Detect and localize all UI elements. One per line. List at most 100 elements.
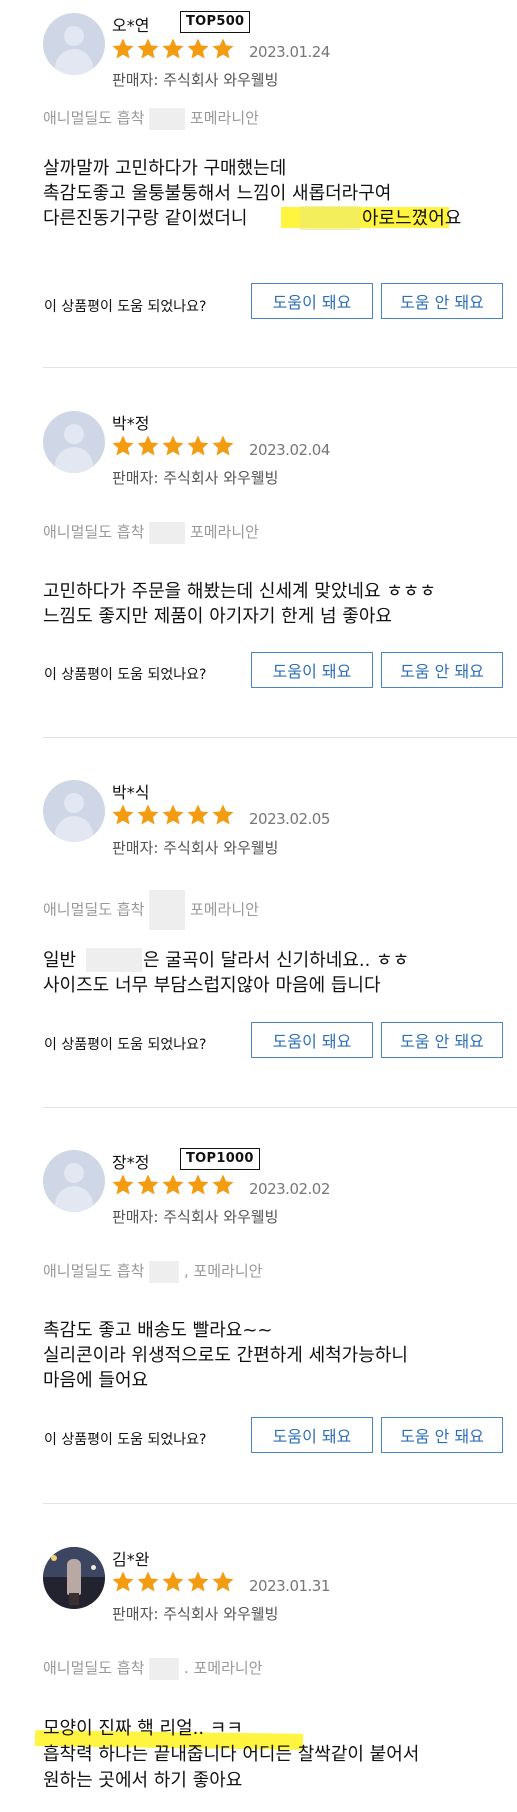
option-suffix: . 포메라니안 [183,1659,263,1677]
star-icon [162,804,184,825]
reviewer-name: 김*완 [112,1550,150,1569]
helpful-no-button[interactable]: 도움 안 돼요 [381,283,503,319]
star-icon [162,38,184,59]
blurred-text [149,521,186,544]
divider [43,1503,517,1504]
star-rating [111,37,236,65]
star-rating [111,1570,236,1598]
review-text-line: 사이즈도 너무 부담스럽지않아 마음에 듭니다 [43,975,381,996]
seller-name: 판매자: 주식회사 와우웰빙 [112,1208,279,1226]
blurred-text [149,890,186,930]
seller-name: 판매자: 주식회사 와우웰빙 [112,1605,279,1623]
divider [43,367,517,368]
review-date: 2023.02.02 [249,1180,330,1198]
star-rating [111,434,236,462]
star-icon [112,38,134,59]
review-text-line: 흡착력 하나는 끝내줍니다 어디든 찰싹같이 붙어서 [43,1744,420,1765]
star-icon [212,38,234,59]
blurred-text [149,1657,180,1680]
user-avatar-icon [43,411,105,473]
reviewer-name: 오*연 [112,16,150,35]
helpful-yes-button[interactable]: 도움이 돼요 [251,1022,373,1058]
review-text-line: 마음에 들어요 [43,1370,149,1391]
review-date: 2023.02.05 [249,810,330,828]
star-icon [187,1571,209,1592]
option-prefix: 애니멀딜도 흡착 [43,1262,145,1280]
option-suffix: 포메라니안 [189,900,259,919]
review-text-line: 다른진동기구랑 같이썼더니 [43,208,248,229]
helpful-question: 이 상품평이 도움 되었나요? [44,299,207,315]
option-prefix: 애니멀딜도 흡착 [43,900,145,919]
user-avatar-icon [43,780,105,842]
star-icon [187,804,209,825]
star-icon [162,1571,184,1592]
star-rating [111,1173,236,1201]
rank-badge: TOP1000 [180,1148,260,1170]
review-text-line: 촉감도좋고 울퉁불퉁해서 느낌이 새롭더라구여 [43,183,392,204]
star-icon [162,435,184,456]
user-avatar-icon [43,1150,105,1212]
star-icon [112,435,134,456]
option-prefix: 애니멀딜도 흡착 [43,109,145,127]
blurred-text [300,206,360,230]
review-text-line: 은 굴곡이 달라서 신기하네요.. ㅎㅎ [143,950,410,971]
review-text-line: 느낌도 좋지만 제품이 아기자기 한게 넘 좋아요 [43,606,392,627]
helpful-no-button[interactable]: 도움 안 돼요 [381,652,503,688]
helpful-question: 이 상품평이 도움 되었나요? [44,1432,207,1448]
helpful-question: 이 상품평이 도움 되었나요? [44,667,207,683]
review-date: 2023.01.31 [249,1577,330,1595]
star-icon [112,804,134,825]
option-suffix: 포메라니안 [189,523,259,541]
star-icon [212,435,234,456]
star-icon [187,38,209,59]
divider [43,737,517,738]
review-text-line: 촉감도 좋고 배송도 빨라요~~ [43,1320,273,1341]
review-text-line: 고민하다가 주문을 해봤는데 신세계 맞았네요 ㅎㅎㅎ [43,581,436,602]
product-option: 애니멀딜도 흡착 포메라니안 [43,890,259,930]
helpful-question: 이 상품평이 도움 되었나요? [44,1037,207,1053]
reviewer-name: 박*정 [112,414,150,433]
review-date: 2023.02.04 [249,441,330,459]
star-icon [112,1571,134,1592]
star-rating [111,803,236,831]
star-icon [112,1174,134,1195]
option-suffix: 포메라니안 [189,109,259,127]
option-prefix: 애니멀딜도 흡착 [43,1659,145,1677]
product-option: 애니멀딜도 흡착 포메라니안 [43,521,259,544]
star-icon [137,435,159,456]
star-icon [187,435,209,456]
seller-name: 판매자: 주식회사 와우웰빙 [112,839,279,857]
divider [43,1107,517,1108]
rank-badge: TOP500 [180,11,251,33]
seller-name: 판매자: 주식회사 와우웰빙 [112,71,279,89]
review-date: 2023.01.24 [249,43,330,61]
helpful-yes-button[interactable]: 도움이 돼요 [251,1417,373,1453]
blurred-text [149,1260,180,1283]
star-icon [212,1571,234,1592]
helpful-no-button[interactable]: 도움 안 돼요 [381,1022,503,1058]
user-avatar-icon [43,1547,105,1609]
option-suffix: , 포메라니안 [183,1262,263,1280]
user-avatar-icon [43,13,105,75]
star-icon [212,804,234,825]
blurred-text [86,948,142,972]
star-icon [137,804,159,825]
review-text-line: 살까말까 고민하다가 구매했는데 [43,158,287,179]
star-icon [162,1174,184,1195]
helpful-yes-button[interactable]: 도움이 돼요 [251,283,373,319]
star-icon [187,1174,209,1195]
star-icon [137,1571,159,1592]
review-text-line: 모양이 진짜 핵 리얼.. ㅋㅋ [43,1718,243,1739]
seller-name: 판매자: 주식회사 와우웰빙 [112,469,279,487]
reviewer-name: 박*식 [112,783,150,802]
star-icon [137,1174,159,1195]
helpful-no-button[interactable]: 도움 안 돼요 [381,1417,503,1453]
review-text-line: 원하는 곳에서 하기 좋아요 [43,1770,243,1791]
helpful-yes-button[interactable]: 도움이 돼요 [251,652,373,688]
reviewer-name: 장*정 [112,1153,150,1172]
product-option: 애니멀딜도 흡착 . 포메라니안 [43,1657,262,1680]
review-text-line: 일반 [43,950,77,971]
review-text-line: 아로느꼈어요 [362,208,462,229]
option-prefix: 애니멀딜도 흡착 [43,523,145,541]
product-option: 애니멀딜도 흡착 포메라니안 [43,107,259,130]
